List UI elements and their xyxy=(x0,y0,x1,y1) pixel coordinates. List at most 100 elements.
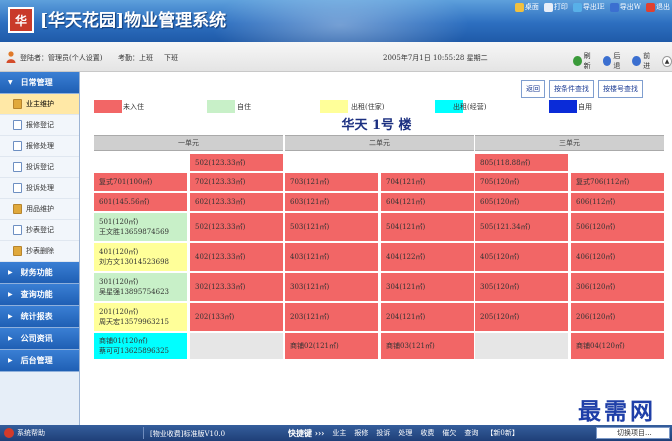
room-cell[interactable]: 商铺04(120㎡) xyxy=(571,333,664,359)
room-cell[interactable]: 506(120㎡) xyxy=(571,213,664,241)
room-cell[interactable]: 505(121.34㎡) xyxy=(475,213,568,241)
chevron-right-icon: ▶ xyxy=(8,335,13,342)
attendance-clock-in[interactable]: 考勤：上班 xyxy=(118,53,153,63)
nav-forward-label[interactable]: 前进 xyxy=(643,51,655,71)
sidebar-section-5[interactable]: ▶ 后台管理 xyxy=(0,350,79,372)
room-cell[interactable]: 805(118.88㎡) xyxy=(475,154,568,171)
room-cell[interactable]: 206(120㎡) xyxy=(571,303,664,331)
forward-icon[interactable] xyxy=(632,56,642,66)
toolbar-exit-button[interactable]: 退出 xyxy=(646,2,670,12)
help-link[interactable]: 系统帮助 xyxy=(17,428,45,438)
sidebar-section-0[interactable]: ▼ 日常管理 xyxy=(0,72,79,94)
quick-key-1[interactable]: 报修 xyxy=(354,428,368,439)
room-number: 202(133㎡) xyxy=(195,313,235,321)
refresh-icon[interactable] xyxy=(573,56,582,66)
toolbar-home-button[interactable]: 桌面 xyxy=(514,2,539,12)
attendance-clock-out[interactable]: 下班 xyxy=(164,53,178,63)
chevron-right-icon: ▶ xyxy=(8,269,13,276)
query-link-1[interactable]: 按条件查找 xyxy=(549,80,594,98)
room-cell[interactable]: 405(120㎡) xyxy=(475,243,568,271)
sidebar-item-5[interactable]: 用品维护 xyxy=(0,199,79,220)
watermark-logo: 最需网 xyxy=(578,398,656,425)
sidebar-section-3[interactable]: ▶ 统计报表 xyxy=(0,306,79,328)
sidebar-section-4[interactable]: ▶ 公司资讯 xyxy=(0,328,79,350)
empty-slot xyxy=(475,333,568,359)
sidebar-item-7[interactable]: 抄表删除 xyxy=(0,241,79,262)
switch-project-select[interactable]: 切换项目... xyxy=(596,427,670,439)
sidebar-section-label: 日常管理 xyxy=(20,77,53,87)
sidebar-item-2[interactable]: 报修处理 xyxy=(0,136,79,157)
room-number: 复式701(100㎡) xyxy=(99,178,153,186)
room-cell[interactable]: 601(145.56㎡) xyxy=(94,193,187,211)
room-cell[interactable]: 商铺03(121㎡) xyxy=(381,333,474,359)
room-cell[interactable]: 商铺01(120㎡) 蔡可可13625896325 xyxy=(94,333,187,359)
back-icon[interactable] xyxy=(602,56,612,66)
room-cell[interactable]: 602(123.33㎡) xyxy=(190,193,283,211)
toolbar-export-word-button[interactable]: 导出W xyxy=(609,2,641,12)
sidebar-section-2[interactable]: ▶ 查询功能 xyxy=(0,284,79,306)
room-cell[interactable]: 301(120㎡) 吴星强13895754623 xyxy=(94,273,187,301)
room-cell[interactable]: 306(120㎡) xyxy=(571,273,664,301)
room-cell[interactable]: 504(121㎡) xyxy=(381,213,474,241)
query-link-2[interactable]: 按楼号查找 xyxy=(598,80,643,98)
quick-key-7[interactable]: 【新0新】 xyxy=(486,428,518,439)
room-cell[interactable]: 303(121㎡) xyxy=(285,273,378,301)
room-cell[interactable]: 503(121㎡) xyxy=(285,213,378,241)
room-cell[interactable]: 202(133㎡) xyxy=(190,303,283,331)
sidebar-item-3[interactable]: 投诉登记 xyxy=(0,157,79,178)
room-cell[interactable]: 201(120㎡) 周天宏13579963215 xyxy=(94,303,187,331)
room-cell[interactable]: 复式706(112㎡) xyxy=(571,173,664,191)
room-cell[interactable]: 603(121㎡) xyxy=(285,193,378,211)
room-cell[interactable]: 702(123.33㎡) xyxy=(190,173,283,191)
room-cell[interactable]: 704(121㎡) xyxy=(381,173,474,191)
room-cell[interactable]: 205(120㎡) xyxy=(475,303,568,331)
room-cell[interactable]: 501(120㎡) 王文胜13659874569 xyxy=(94,213,187,241)
scroll-up-button[interactable]: ▲ xyxy=(662,55,672,67)
quick-key-2[interactable]: 投诉 xyxy=(376,428,390,439)
quick-key-3[interactable]: 处理 xyxy=(398,428,412,439)
room-cell[interactable]: 204(121㎡) xyxy=(381,303,474,331)
room-cell[interactable]: 304(121㎡) xyxy=(381,273,474,301)
toolbar-export-ie-button[interactable]: 导出IE xyxy=(572,2,605,12)
nav-refresh-label[interactable]: 刷新 xyxy=(584,51,596,71)
room-cell[interactable]: 商铺02(121㎡) xyxy=(285,333,378,359)
room-cell[interactable]: 305(120㎡) xyxy=(475,273,568,301)
room-cell[interactable]: 502(123.33㎡) xyxy=(190,213,283,241)
query-link-0[interactable]: 返回 xyxy=(521,80,545,98)
room-cell[interactable]: 606(112㎡) xyxy=(571,193,664,211)
room-cell[interactable]: 203(121㎡) xyxy=(285,303,378,331)
sidebar-item-0[interactable]: 业主维护 xyxy=(0,94,79,115)
room-cell[interactable]: 403(121㎡) xyxy=(285,243,378,271)
room-cell[interactable]: 502(123.33㎡) xyxy=(190,154,283,171)
room-cell[interactable]: 604(121㎡) xyxy=(381,193,474,211)
room-cell[interactable]: 703(121㎡) xyxy=(285,173,378,191)
sidebar-item-1[interactable]: 报修登记 xyxy=(0,115,79,136)
footer-divider xyxy=(143,427,144,439)
room-cell[interactable]: 705(120㎡) xyxy=(475,173,568,191)
sidebar-section-1[interactable]: ▶ 财务功能 xyxy=(0,262,79,284)
quick-key-6[interactable]: 查询 xyxy=(464,428,478,439)
sidebar-item-6[interactable]: 抄表登记 xyxy=(0,220,79,241)
room-cell[interactable]: 401(120㎡) 刘方文13014523698 xyxy=(94,243,187,271)
room-cell[interactable]: 402(123.33㎡) xyxy=(190,243,283,271)
sidebar-section-label: 财务功能 xyxy=(20,267,53,277)
query-links: 返回 按条件查找 按楼号查找 xyxy=(517,80,643,98)
room-cell[interactable]: 404(122㎡) xyxy=(381,243,474,271)
sidebar-item-4[interactable]: 投诉处理 xyxy=(0,178,79,199)
chevron-down-icon: ▼ xyxy=(8,79,13,86)
nav-back-label[interactable]: 后退 xyxy=(613,51,625,71)
room-cell[interactable]: 复式701(100㎡) xyxy=(94,173,187,191)
quick-key-0[interactable]: 业主 xyxy=(332,428,346,439)
occupant-info: 刘方文13014523698 xyxy=(99,258,169,266)
room-number: 301(120㎡) xyxy=(99,278,139,286)
quick-key-4[interactable]: 收费 xyxy=(420,428,434,439)
room-cell[interactable]: 406(120㎡) xyxy=(571,243,664,271)
room-cell[interactable]: 302(123.33㎡) xyxy=(190,273,283,301)
status-footer: 系统帮助 [物业收费]标准版V10.0 快捷键 ››› 业主 报修 投诉 处理 收费 催欠查… xyxy=(0,425,672,441)
toolbar-print-button[interactable]: 打印 xyxy=(543,2,568,12)
user-label[interactable]: 登陆者：管理员(个人设置) xyxy=(20,53,102,63)
navigation-controls: 刷新 后退 前进 ▲ xyxy=(573,51,672,71)
export-word-icon xyxy=(609,2,619,12)
room-cell[interactable]: 605(120㎡) xyxy=(475,193,568,211)
quick-key-5[interactable]: 催欠 xyxy=(442,428,456,439)
